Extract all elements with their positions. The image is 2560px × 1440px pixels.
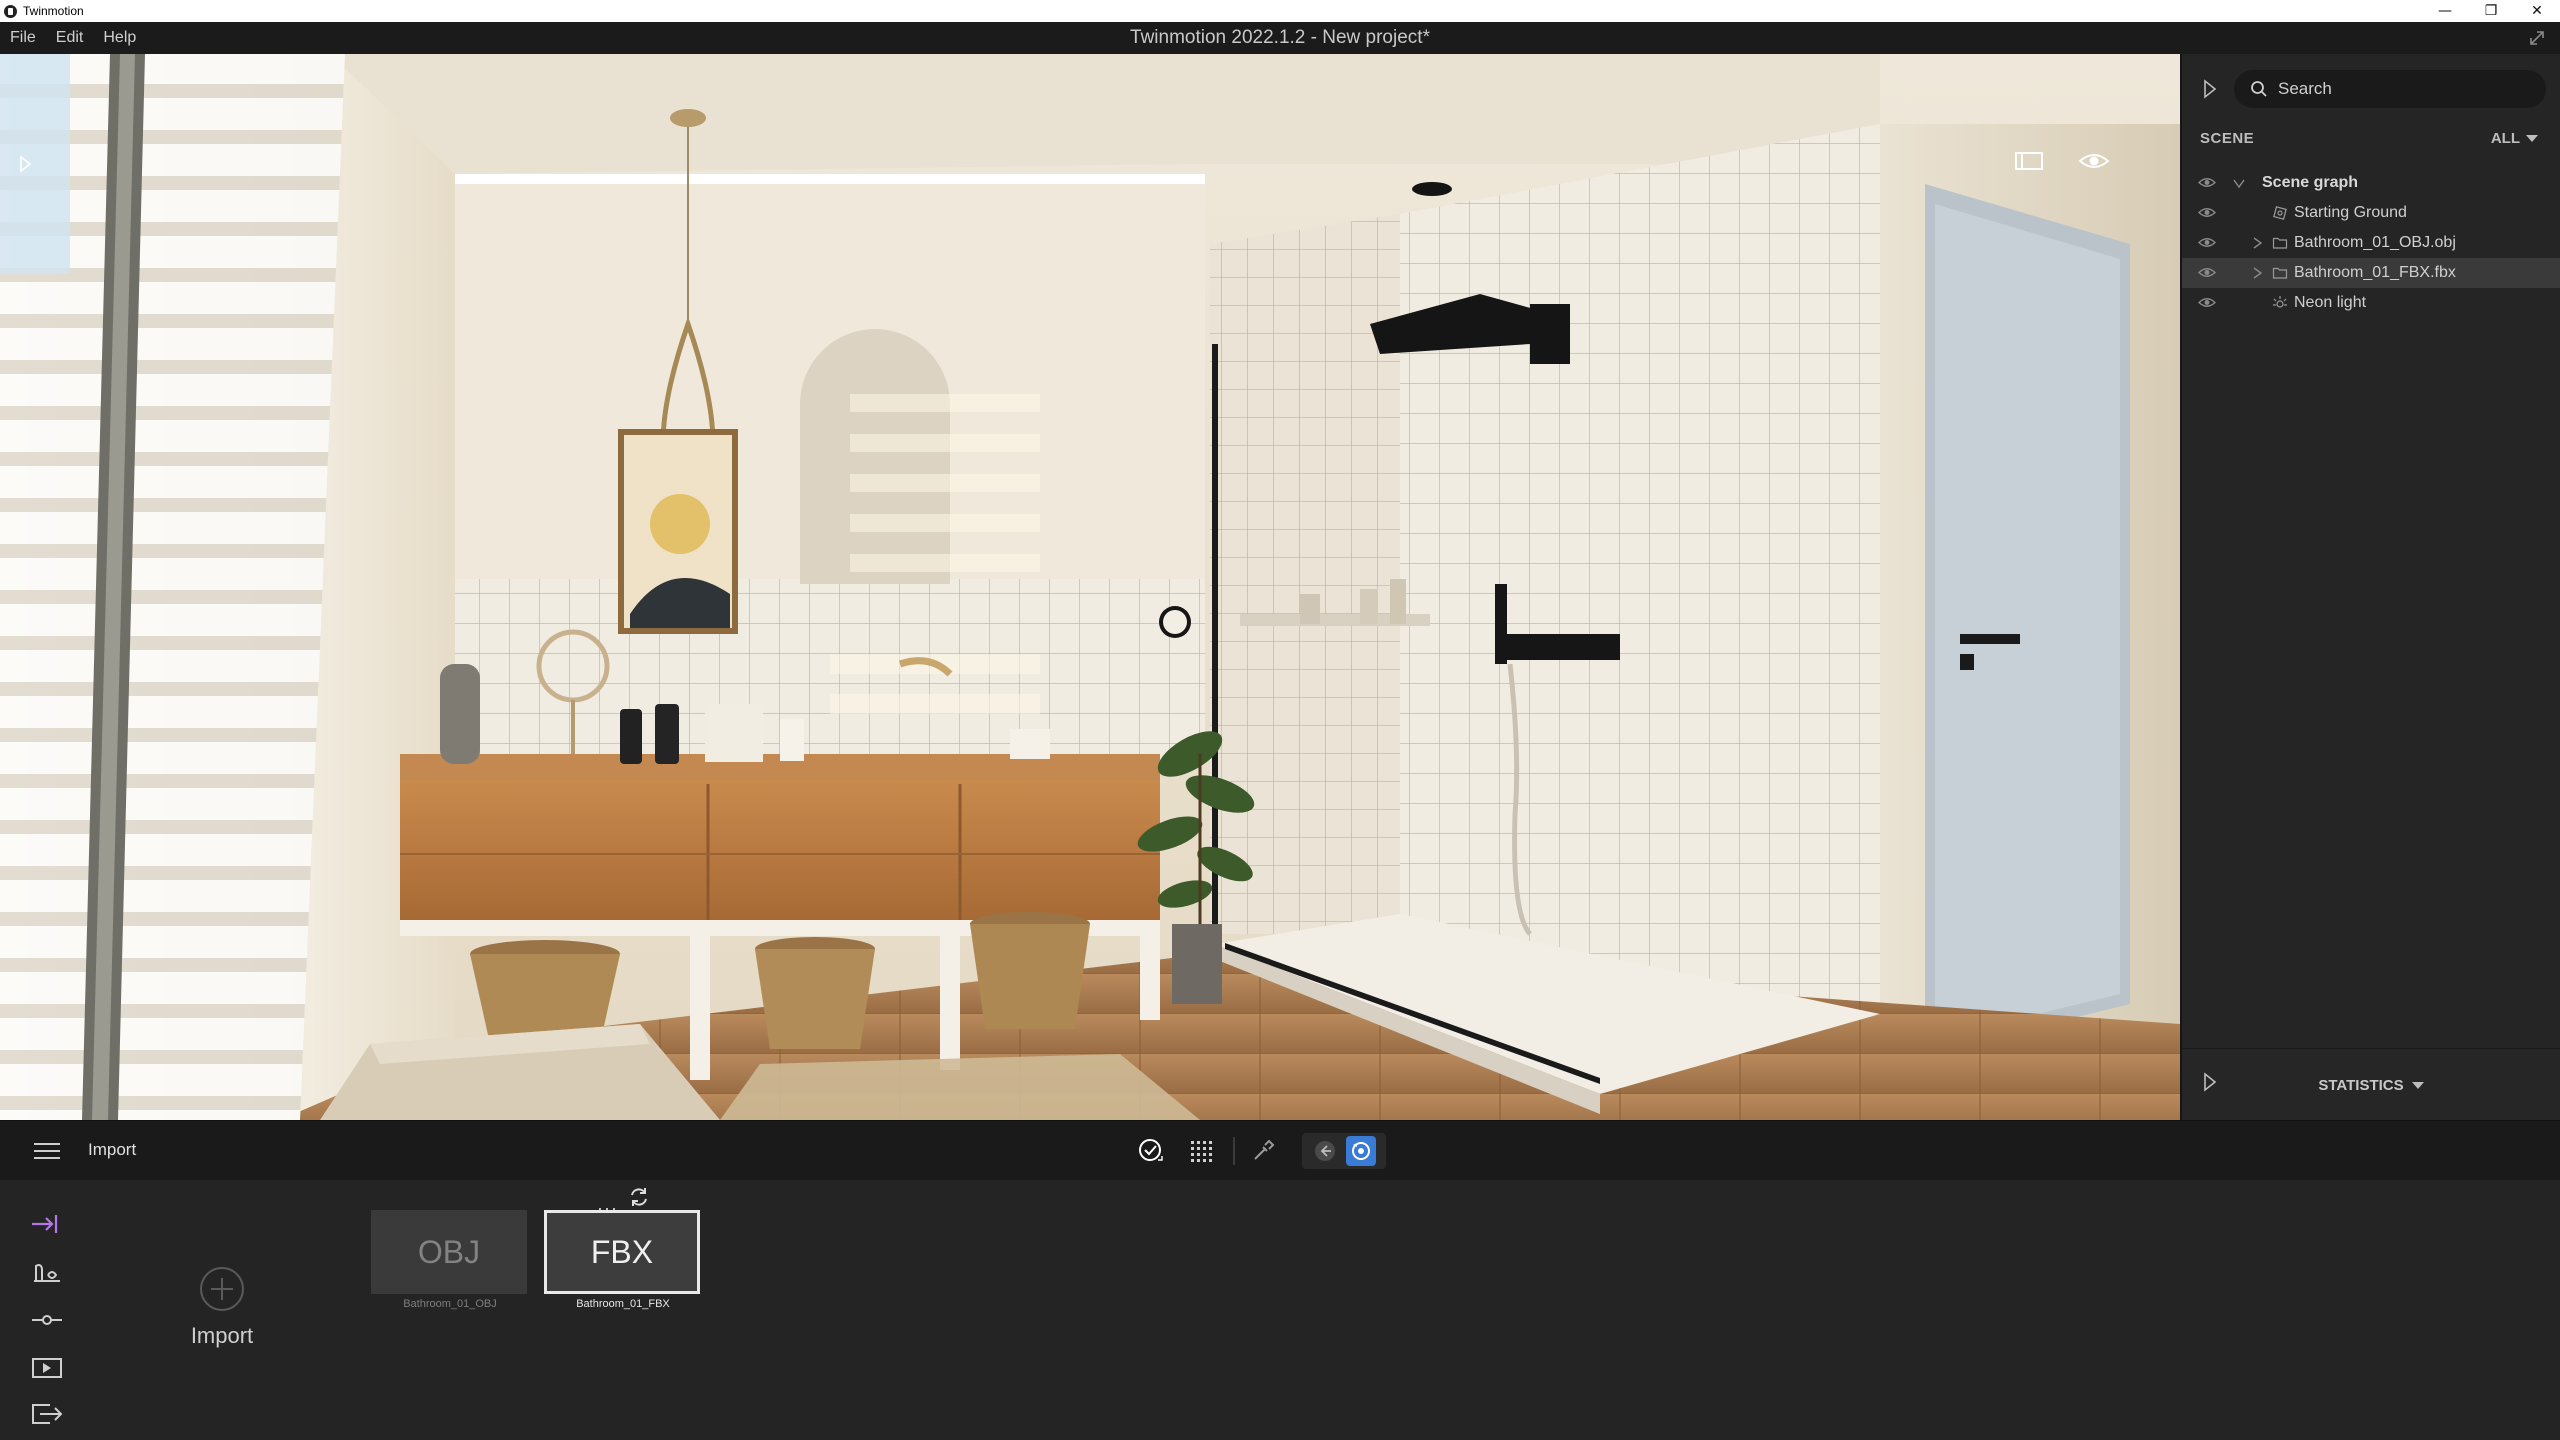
search-icon: [2251, 81, 2267, 97]
side-rail: [0, 1180, 96, 1440]
chevron-down-icon[interactable]: [2232, 176, 2246, 190]
tree-item-label: Scene graph: [2262, 174, 2359, 191]
context-icon[interactable]: [30, 1260, 64, 1284]
hamburger-menu-icon[interactable]: [32, 1141, 62, 1161]
minimize-button[interactable]: —: [2422, 0, 2468, 22]
orbit-mode-button[interactable]: [1346, 1136, 1376, 1166]
chevron-right-icon[interactable]: [2250, 236, 2264, 250]
chevron-right-icon[interactable]: [2250, 266, 2264, 280]
tree-item-starting-ground[interactable]: Starting Ground: [2182, 198, 2560, 228]
scene-filter-dropdown[interactable]: ALL: [2491, 130, 2538, 147]
os-window-title: Twinmotion: [23, 4, 84, 18]
refresh-icon[interactable]: [628, 1186, 650, 1208]
app-menu-bar: Twinmotion 2022.1.2 - New project* File …: [0, 22, 2560, 54]
close-button[interactable]: ✕: [2514, 0, 2560, 22]
window-controls: — ❐ ✕: [2422, 0, 2560, 22]
configure-slider-icon[interactable]: [30, 1308, 64, 1332]
scene-panel: SCENE ALL Scene graph Starting Grou: [2180, 54, 2560, 1120]
tree-item-neon-light[interactable]: Neon light: [2182, 288, 2560, 318]
app-title: Twinmotion 2022.1.2 - New project*: [1130, 27, 1430, 48]
asset-thumbnail: FBX: [544, 1210, 700, 1294]
grid-toggle-button[interactable]: [1186, 1136, 1216, 1166]
grid-dots-icon: [1191, 1141, 1212, 1162]
ground-icon: [2273, 206, 2287, 220]
visibility-eye-icon[interactable]: [2198, 236, 2216, 249]
navigation-mode-group: [1302, 1133, 1386, 1169]
orbit-icon: [1352, 1142, 1370, 1160]
tree-item-label: Neon light: [2294, 294, 2367, 311]
maximize-button[interactable]: ❐: [2468, 0, 2514, 22]
menu-help[interactable]: Help: [93, 29, 146, 47]
search-field[interactable]: [2234, 70, 2546, 108]
import-add-button[interactable]: Import: [172, 1266, 272, 1349]
statistics-label: STATISTICS: [2318, 1077, 2404, 1094]
tree-item-bathroom-fbx[interactable]: Bathroom_01_FBX.fbx: [2182, 258, 2560, 288]
viewport-3d[interactable]: [0, 54, 2180, 1120]
export-arrow-icon[interactable]: [30, 1402, 64, 1426]
media-play-icon[interactable]: [30, 1356, 64, 1380]
viewport-expand-arrow-icon[interactable]: [18, 154, 34, 174]
twinmotion-logo-icon: [4, 4, 17, 18]
eyedropper-icon: [1254, 1139, 1275, 1160]
tree-item-label: Bathroom_01_FBX.fbx: [2294, 264, 2456, 281]
statistics-dropdown[interactable]: STATISTICS: [2182, 1077, 2560, 1094]
toolbar-divider: [1233, 1137, 1235, 1165]
asset-name: Bathroom_01_FBX: [576, 1298, 670, 1310]
back-arrow-circle-icon: [1315, 1141, 1335, 1161]
menu-edit[interactable]: Edit: [46, 29, 94, 47]
check-circle-icon: [1139, 1139, 1163, 1161]
folder-icon: [2272, 237, 2288, 249]
tree-item-bathroom-obj[interactable]: Bathroom_01_OBJ.obj: [2182, 228, 2560, 258]
validate-check-button[interactable]: [1136, 1136, 1166, 1166]
light-icon: [2273, 296, 2287, 308]
viewport-layout-icon[interactable]: [2014, 150, 2044, 172]
visibility-eye-icon[interactable]: [2198, 296, 2216, 309]
asset-name: Bathroom_01_OBJ: [403, 1298, 497, 1310]
visibility-eye-icon[interactable]: [2198, 266, 2216, 279]
scene-graph-tree: Scene graph Starting Ground Bathroom_01_…: [2182, 168, 2560, 318]
folder-icon: [2272, 267, 2288, 279]
import-panel: Import OBJ Bathroom_01_OBJ FBX Bathroom_…: [0, 1180, 2560, 1440]
bottom-toolbar: Import: [0, 1120, 2560, 1180]
asset-card-obj[interactable]: OBJ Bathroom_01_OBJ: [371, 1210, 529, 1310]
import-arrow-icon[interactable]: [30, 1212, 64, 1236]
add-circle-icon: [200, 1267, 244, 1311]
tree-item-label: Bathroom_01_OBJ.obj: [2294, 234, 2456, 251]
import-add-label: Import: [190, 1323, 254, 1348]
statistics-footer: STATISTICS: [2182, 1048, 2560, 1120]
toolbar-title: Import: [88, 1140, 137, 1159]
eyedropper-button[interactable]: [1248, 1136, 1278, 1166]
panel-collapse-arrow-icon[interactable]: [2202, 78, 2218, 100]
caret-down-icon: [2526, 135, 2538, 142]
asset-card-fbx[interactable]: FBX Bathroom_01_FBX: [544, 1210, 702, 1310]
scene-filter-label: ALL: [2490, 130, 2520, 147]
tree-item-scene-graph[interactable]: Scene graph: [2182, 168, 2560, 198]
viewport-visibility-eye-icon[interactable]: [2078, 150, 2110, 172]
search-input[interactable]: [2278, 79, 2518, 99]
visibility-eye-icon[interactable]: [2198, 206, 2216, 219]
bathroom-render-image: [0, 54, 2180, 1120]
visibility-eye-icon[interactable]: [2198, 176, 2216, 189]
asset-more-options-button[interactable]: ···: [597, 1198, 618, 1219]
menu-file[interactable]: File: [0, 29, 46, 47]
os-title-bar: Twinmotion — ❐ ✕: [0, 0, 2560, 22]
walk-mode-button[interactable]: [1310, 1136, 1340, 1166]
asset-thumbnail: OBJ: [371, 1210, 527, 1294]
scene-section-label: SCENE: [2200, 130, 2255, 147]
tree-item-label: Starting Ground: [2294, 204, 2407, 221]
caret-down-icon: [2411, 1082, 2424, 1089]
fullscreen-icon[interactable]: [2528, 29, 2546, 47]
